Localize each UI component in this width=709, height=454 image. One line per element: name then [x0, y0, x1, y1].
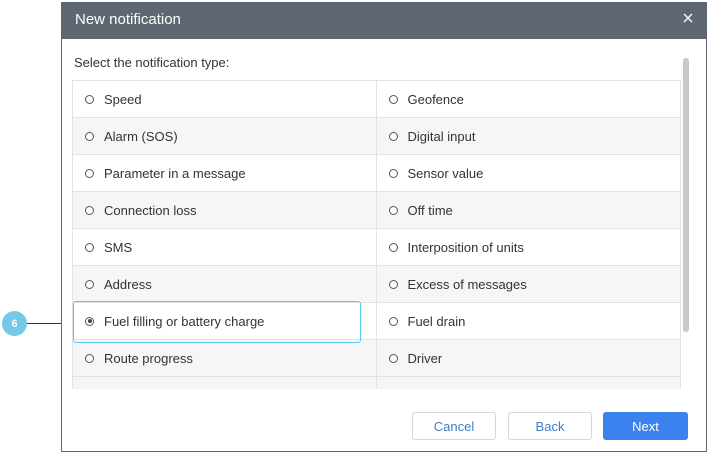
radio-icon[interactable]	[388, 205, 398, 215]
notification-type-option[interactable]: Alarm (SOS)	[72, 118, 377, 154]
radio-icon[interactable]	[85, 242, 94, 252]
option-label: Off time	[407, 202, 453, 218]
option-label: Connection loss	[104, 202, 197, 218]
radio-icon[interactable]	[85, 94, 94, 104]
notification-type-option[interactable]: Sensor value	[377, 155, 681, 191]
radio-icon[interactable]	[85, 205, 94, 215]
notification-type-option[interactable]: Digital input	[377, 118, 681, 154]
notification-type-option[interactable]: SMS	[72, 229, 377, 265]
scrollbar-thumb[interactable]	[683, 58, 689, 332]
option-label: Driver	[407, 350, 443, 366]
notification-type-option[interactable]: Off time	[377, 192, 681, 228]
type-row-partial	[72, 377, 681, 389]
option-label: Alarm (SOS)	[104, 128, 178, 144]
notification-type-option[interactable]: Route progress	[72, 340, 377, 376]
dialog-titlebar: New notification	[62, 2, 706, 39]
notification-type-option[interactable]: Parameter in a message	[72, 155, 377, 191]
notification-type-option[interactable]: Address	[72, 266, 377, 302]
option-label: Route progress	[104, 350, 193, 366]
option-label: Speed	[104, 91, 142, 107]
type-row: Connection loss Off time	[72, 192, 681, 229]
option-label: Digital input	[407, 128, 476, 144]
radio-icon[interactable]	[388, 168, 398, 178]
option-label: Fuel drain	[407, 313, 466, 329]
notification-type-option[interactable]: Interposition of units	[377, 229, 681, 265]
cancel-button[interactable]: Cancel	[412, 412, 496, 440]
radio-icon[interactable]	[85, 316, 94, 326]
notification-type-option[interactable]: Excess of messages	[377, 266, 681, 302]
radio-icon[interactable]	[388, 242, 398, 252]
notification-type-option[interactable]: Fuel drain	[377, 303, 681, 339]
type-row: Speed Geofence	[72, 81, 681, 118]
option-label: Geofence	[407, 91, 464, 107]
radio-icon[interactable]	[85, 279, 94, 289]
callout-badge: 6	[2, 311, 27, 336]
close-icon[interactable]	[682, 12, 694, 24]
option-label: Address	[104, 276, 152, 292]
type-row: Route progress Driver	[72, 340, 681, 377]
notification-type-option[interactable]	[377, 377, 681, 389]
option-label: Parameter in a message	[104, 165, 246, 181]
back-button[interactable]: Back	[508, 412, 592, 440]
radio-icon[interactable]	[85, 168, 94, 178]
type-row: Address Excess of messages	[72, 266, 681, 303]
type-row: Alarm (SOS) Digital input	[72, 118, 681, 155]
radio-icon[interactable]	[388, 94, 398, 104]
dialog-title: New notification	[75, 11, 181, 28]
type-row: SMS Interposition of units	[72, 229, 681, 266]
notification-type-prompt: Select the notification type:	[74, 55, 230, 70]
notification-type-option[interactable]: Connection loss	[72, 192, 377, 228]
type-row: Parameter in a message Sensor value	[72, 155, 681, 192]
radio-icon[interactable]	[85, 353, 94, 363]
callout-number: 6	[11, 317, 18, 330]
option-label: SMS	[104, 239, 133, 255]
radio-icon[interactable]	[85, 131, 94, 141]
next-button[interactable]: Next	[603, 412, 688, 440]
option-label: Sensor value	[407, 165, 484, 181]
type-row: Fuel filling or battery charge Fuel drain	[72, 303, 681, 340]
radio-icon[interactable]	[388, 279, 398, 289]
radio-icon[interactable]	[388, 316, 398, 326]
option-label: Excess of messages	[407, 276, 527, 292]
notification-type-option[interactable]: Geofence	[377, 81, 681, 117]
notification-type-option[interactable]: Speed	[72, 81, 377, 117]
new-notification-dialog: New notification Select the notification…	[61, 2, 707, 452]
radio-icon[interactable]	[388, 131, 398, 141]
radio-icon[interactable]	[388, 353, 398, 363]
notification-type-option[interactable]: Fuel filling or battery charge	[72, 303, 377, 339]
vertical-scrollbar[interactable]	[681, 52, 690, 388]
notification-type-option[interactable]: Driver	[377, 340, 681, 376]
option-label: Fuel filling or battery charge	[104, 313, 265, 329]
notification-type-option[interactable]	[72, 377, 377, 389]
option-label: Interposition of units	[407, 239, 524, 255]
notification-type-grid: Speed Geofence Alarm (SOS) Digital input Par…	[72, 80, 681, 389]
